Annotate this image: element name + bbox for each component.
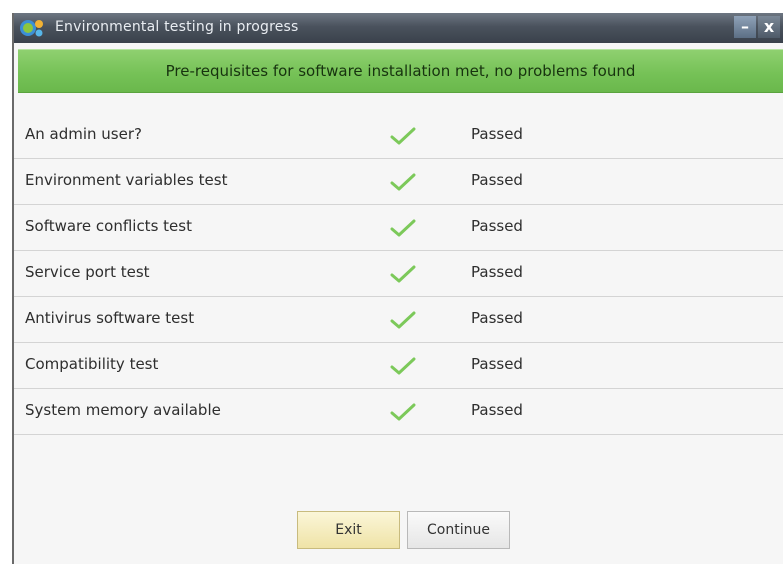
test-row-system-memory: System memory available Passed: [14, 389, 783, 435]
test-label: An admin user?: [25, 125, 142, 143]
test-row-service-port: Service port test Passed: [14, 251, 783, 297]
test-status: Passed: [471, 125, 523, 143]
test-label: Service port test: [25, 263, 150, 281]
checkmark-icon: [390, 403, 416, 421]
test-row-compatibility: Compatibility test Passed: [14, 343, 783, 389]
exit-button[interactable]: Exit: [297, 511, 400, 549]
test-label: Antivirus software test: [25, 309, 195, 327]
test-row-environment-variables: Environment variables test Passed: [14, 159, 783, 205]
checkmark-icon: [390, 265, 416, 283]
banner-message: Pre-requisites for software installation…: [165, 62, 636, 80]
checkmark-icon: [390, 357, 416, 375]
checkmark-icon: [390, 127, 416, 145]
window-title: Environmental testing in progress: [55, 19, 299, 35]
test-status: Passed: [471, 401, 523, 419]
close-button[interactable]: x: [758, 16, 780, 38]
checkmark-icon: [390, 173, 416, 191]
test-label: Compatibility test: [25, 355, 159, 373]
test-label: System memory available: [25, 401, 221, 419]
status-banner: Pre-requisites for software installation…: [18, 49, 783, 93]
test-status: Passed: [471, 171, 523, 189]
test-results-list: An admin user? Passed Environment variab…: [14, 113, 783, 435]
test-row-antivirus-software: Antivirus software test Passed: [14, 297, 783, 343]
test-label: Software conflicts test: [25, 217, 192, 235]
test-label: Environment variables test: [25, 171, 228, 189]
test-status: Passed: [471, 355, 523, 373]
test-row-admin-user: An admin user? Passed: [14, 113, 783, 159]
checkmark-icon: [390, 311, 416, 329]
app-icon: [20, 20, 43, 37]
test-row-software-conflicts: Software conflicts test Passed: [14, 205, 783, 251]
test-status: Passed: [471, 217, 523, 235]
title-bar[interactable]: Environmental testing in progress – x: [14, 13, 783, 43]
test-status: Passed: [471, 309, 523, 327]
continue-button[interactable]: Continue: [407, 511, 510, 549]
minimize-button[interactable]: –: [734, 16, 756, 38]
checkmark-icon: [390, 219, 416, 237]
installer-window: Environmental testing in progress – x Pr…: [12, 13, 783, 564]
test-status: Passed: [471, 263, 523, 281]
